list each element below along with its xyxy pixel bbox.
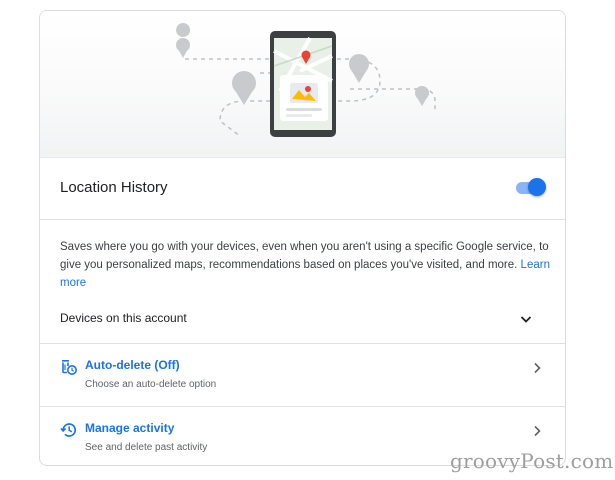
hero-illustration xyxy=(40,11,565,158)
description-text: Saves where you go with your devices, ev… xyxy=(60,238,550,292)
auto-delete-icon xyxy=(62,360,77,375)
location-history-toggle[interactable] xyxy=(516,178,546,198)
phone-map-illustration xyxy=(176,23,436,137)
page-title: Location History xyxy=(60,179,168,196)
manage-activity-subtitle: See and delete past activity xyxy=(85,442,208,453)
auto-delete-subtitle: Choose an auto-delete option xyxy=(85,379,217,390)
phone-icon xyxy=(270,31,336,137)
description-body: Saves where you go with your devices, ev… xyxy=(60,241,549,271)
location-history-header: Location History xyxy=(40,158,565,220)
devices-on-account-dropdown[interactable]: Devices on this account xyxy=(40,303,565,335)
auto-delete-title: Auto-delete (Off) xyxy=(85,358,180,372)
chevron-right-icon xyxy=(534,425,541,437)
devices-label: Devices on this account xyxy=(60,311,187,325)
history-icon xyxy=(60,423,77,437)
chevron-right-icon xyxy=(534,362,541,374)
chevron-down-icon xyxy=(520,316,532,323)
auto-delete-row[interactable]: Auto-delete (Off) Choose an auto-delete … xyxy=(40,344,565,406)
location-history-card: Location History Saves where you go with… xyxy=(39,10,566,466)
toggle-thumb xyxy=(528,178,546,196)
watermark: groovyPost.com xyxy=(450,449,614,473)
manage-activity-title: Manage activity xyxy=(85,421,175,435)
